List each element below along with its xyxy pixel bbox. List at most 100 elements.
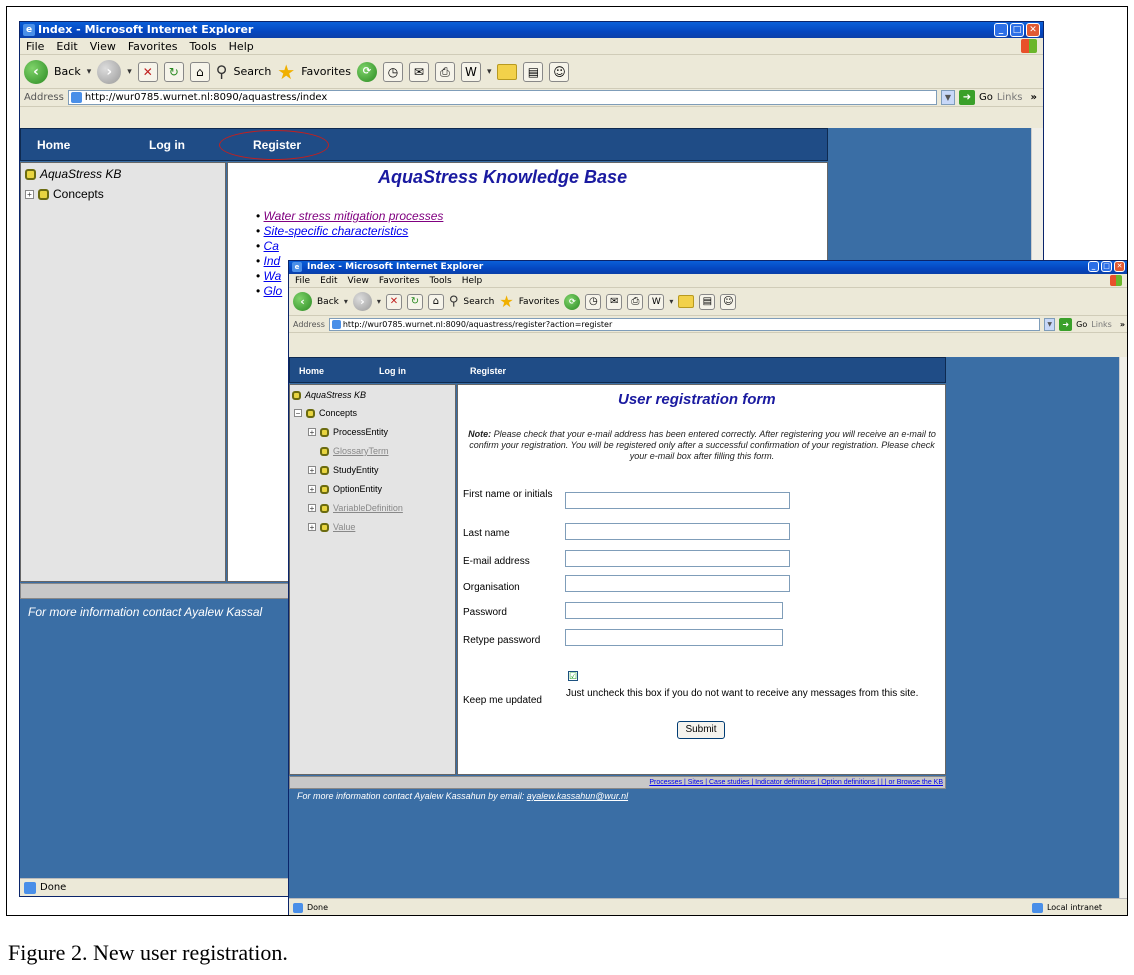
forward-arrow-icon[interactable]: › [352, 292, 372, 311]
mail-icon[interactable]: ✉ [408, 61, 429, 82]
home-icon[interactable]: ⌂ [427, 293, 444, 310]
maximize-icon[interactable]: □ [1010, 23, 1024, 37]
nav-home[interactable]: Home [37, 129, 70, 162]
back-arrow-icon[interactable]: ‹ [24, 59, 48, 84]
forward-dropdown-icon[interactable]: ▾ [127, 67, 132, 77]
keep-updated-checkbox[interactable]: ☑ [568, 671, 578, 681]
media-icon[interactable]: ⟳ [564, 293, 581, 310]
expand-plus-icon[interactable]: + [25, 189, 34, 199]
footer-email-link[interactable]: ayalew.kassahun@wur.nl [527, 791, 628, 801]
favorites-star-icon[interactable]: ★ [499, 292, 513, 312]
email-input[interactable] [565, 550, 790, 567]
links-label[interactable]: Links [1091, 320, 1116, 329]
tree-item-studyentity[interactable]: + StudyEntity [308, 465, 379, 475]
edit-dropdown-icon[interactable]: ▾ [487, 67, 492, 77]
menu-help[interactable]: Help [229, 38, 254, 54]
favorites-button-label[interactable]: Favorites [519, 297, 560, 307]
menu-favorites[interactable]: Favorites [379, 274, 420, 287]
stop-icon[interactable]: ✕ [137, 61, 158, 82]
tree-item-optionentity[interactable]: + OptionEntity [308, 484, 382, 494]
close-icon[interactable]: ✕ [1114, 261, 1125, 272]
links-chevron-icon[interactable]: » [1120, 320, 1127, 329]
back-arrow-icon[interactable]: ‹ [293, 292, 312, 311]
link-item[interactable]: • Site-specific characteristics [256, 224, 443, 239]
go-arrow-icon[interactable]: ➜ [1059, 317, 1073, 331]
menu-view[interactable]: View [90, 38, 116, 54]
menu-tools[interactable]: Tools [430, 274, 452, 287]
media-icon[interactable]: ⟳ [356, 61, 377, 82]
expand-plus-icon[interactable]: + [308, 523, 316, 532]
search-button-label[interactable]: Search [234, 65, 272, 78]
front-scrollbar[interactable] [1119, 357, 1127, 900]
menu-file[interactable]: File [26, 38, 44, 54]
menu-edit[interactable]: Edit [56, 38, 77, 54]
tree-root[interactable]: AquaStress KB [292, 390, 366, 400]
menu-view[interactable]: View [348, 274, 369, 287]
front-address-input[interactable]: http://wur0785.wurnet.nl:8090/aquastress… [328, 317, 1041, 331]
link-item[interactable]: • Water stress mitigation processes [256, 209, 443, 224]
nav-login[interactable]: Log in [149, 129, 185, 162]
tree-item-processentity[interactable]: + ProcessEntity [308, 427, 388, 437]
edit-icon[interactable]: W [460, 61, 481, 82]
edit-dropdown-icon[interactable]: ▾ [669, 297, 673, 306]
edit-icon[interactable]: W [648, 293, 665, 310]
search-icon[interactable]: ⚲ [449, 294, 459, 309]
search-icon[interactable]: ⚲ [216, 62, 228, 81]
history-icon[interactable]: ◷ [585, 293, 602, 310]
address-dropdown-icon[interactable]: ▼ [940, 90, 955, 105]
tree-concepts[interactable]: + Concepts [25, 187, 104, 201]
menu-tools[interactable]: Tools [190, 38, 217, 54]
refresh-icon[interactable]: ↻ [406, 293, 423, 310]
minimize-icon[interactable]: _ [1088, 261, 1099, 272]
expand-plus-icon[interactable]: + [308, 428, 316, 437]
stop-icon[interactable]: ✕ [385, 293, 402, 310]
go-button-label[interactable]: Go [1076, 320, 1087, 329]
minimize-icon[interactable]: _ [994, 23, 1008, 37]
folder-icon[interactable] [497, 63, 518, 80]
menu-edit[interactable]: Edit [320, 274, 337, 287]
organisation-input[interactable] [565, 575, 790, 592]
last-name-input[interactable] [565, 523, 790, 540]
address-dropdown-icon[interactable]: ▼ [1044, 317, 1056, 331]
mail-icon[interactable]: ✉ [606, 293, 623, 310]
tree-item-glossaryterm[interactable]: GlossaryTerm [320, 446, 389, 456]
messenger-icon[interactable]: ☺ [549, 61, 570, 82]
menu-help[interactable]: Help [462, 274, 483, 287]
collapse-minus-icon[interactable]: − [294, 409, 302, 418]
expand-plus-icon[interactable]: + [308, 485, 316, 494]
front-title-bar[interactable]: e Index - Microsoft Internet Explorer _ … [289, 261, 1127, 274]
expand-plus-icon[interactable]: + [308, 504, 316, 513]
back-title-bar[interactable]: e Index - Microsoft Internet Explorer _ … [20, 22, 1043, 38]
back-address-input[interactable]: http://wur0785.wurnet.nl:8090/aquastress… [67, 90, 937, 105]
submit-button[interactable]: Submit [677, 721, 725, 739]
nav-home[interactable]: Home [299, 358, 324, 384]
tree-root[interactable]: AquaStress KB [25, 167, 121, 181]
retype-password-input[interactable] [565, 629, 783, 646]
back-button-label[interactable]: Back [317, 297, 339, 307]
links-label[interactable]: Links [997, 92, 1027, 103]
maximize-icon[interactable]: □ [1101, 261, 1112, 272]
research-icon[interactable]: ▤ [523, 61, 544, 82]
home-icon[interactable]: ⌂ [189, 61, 210, 82]
print-icon[interactable]: ⎙ [627, 293, 644, 310]
links-chevron-icon[interactable]: » [1031, 92, 1043, 103]
folder-icon[interactable] [678, 295, 695, 308]
forward-dropdown-icon[interactable]: ▾ [377, 297, 381, 306]
history-icon[interactable]: ◷ [382, 61, 403, 82]
back-dropdown-icon[interactable]: ▾ [87, 67, 92, 77]
research-icon[interactable]: ▤ [699, 293, 716, 310]
back-dropdown-icon[interactable]: ▾ [344, 297, 348, 306]
print-icon[interactable]: ⎙ [434, 61, 455, 82]
go-button-label[interactable]: Go [979, 92, 993, 103]
back-button-label[interactable]: Back [54, 65, 81, 78]
bottom-links[interactable]: Processes | Sites | Case studies | Indic… [649, 777, 943, 788]
favorites-star-icon[interactable]: ★ [277, 62, 295, 82]
forward-arrow-icon[interactable]: › [97, 59, 122, 84]
menu-file[interactable]: File [295, 274, 310, 287]
nav-login[interactable]: Log in [379, 358, 406, 384]
tree-concepts[interactable]: − Concepts [294, 408, 357, 418]
tree-item-value[interactable]: + Value [308, 522, 355, 532]
refresh-icon[interactable]: ↻ [163, 61, 184, 82]
link-item[interactable]: • Ca [256, 239, 443, 254]
password-input[interactable] [565, 602, 783, 619]
